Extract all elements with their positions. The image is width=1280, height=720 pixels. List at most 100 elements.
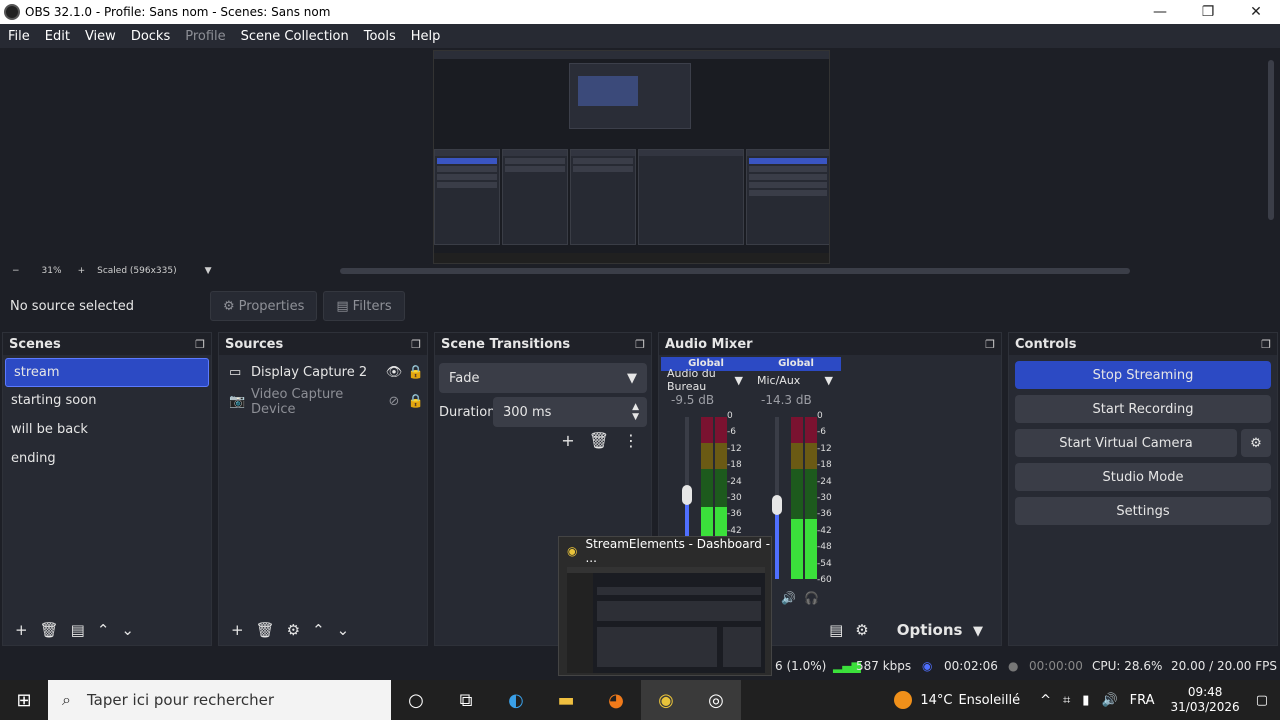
windows-start-button[interactable]: ⊞ [0, 680, 48, 720]
undock-icon[interactable]: ❐ [1261, 338, 1271, 351]
start-recording-button[interactable]: Start Recording [1015, 395, 1271, 423]
remove-scene-button[interactable]: 🗑 [40, 621, 59, 639]
weather-text[interactable]: Ensoleillé [958, 693, 1020, 708]
menu-view[interactable]: View [85, 29, 116, 44]
battery-icon[interactable]: ▮ [1082, 693, 1089, 708]
settings-button[interactable]: Settings [1015, 497, 1271, 525]
file-explorer-icon[interactable]: ▬ [541, 680, 591, 720]
stop-streaming-button[interactable]: Stop Streaming [1015, 361, 1271, 389]
scale-dropdown-icon[interactable]: ▼ [205, 266, 212, 276]
transition-select[interactable]: Fade ▼ [439, 363, 647, 393]
maximize-button[interactable]: ❐ [1184, 0, 1232, 24]
add-source-button[interactable]: + [231, 621, 244, 639]
move-down-button[interactable]: ⌄ [121, 621, 134, 639]
menu-profile[interactable]: Profile [185, 29, 225, 44]
undock-icon[interactable]: ❐ [635, 338, 645, 351]
move-down-button[interactable]: ⌄ [337, 621, 350, 639]
spin-arrows-icon[interactable]: ▲ ▼ [632, 402, 639, 422]
channel-menu-icon[interactable]: ▼ [735, 374, 743, 387]
firefox-icon[interactable]: ◕ [591, 680, 641, 720]
add-scene-button[interactable]: + [15, 621, 28, 639]
headphones-icon[interactable]: 🎧 [804, 591, 819, 605]
network-icon[interactable]: ⌗ [1063, 693, 1070, 708]
taskbar-clock[interactable]: 09:48 31/03/2026 [1171, 685, 1240, 715]
mixer-title: Audio Mixer [665, 336, 753, 352]
remove-source-button[interactable]: 🗑 [256, 621, 275, 639]
menu-file[interactable]: File [8, 29, 30, 44]
undock-icon[interactable]: ❐ [195, 338, 205, 351]
start-virtual-camera-button[interactable]: Start Virtual Camera [1015, 429, 1237, 457]
taskbar-thumbnail-popup[interactable]: ◉ StreamElements - Dashboard - ... [558, 536, 772, 676]
preview-vertical-scrollbar[interactable] [1268, 60, 1274, 220]
filters-button[interactable]: ▤ Filters [323, 291, 405, 321]
cortana-icon[interactable]: ○ [391, 680, 441, 720]
source-item[interactable]: 📷 Video Capture Device ⊘ 🔒 [219, 386, 427, 417]
notification-icon[interactable]: ▢ [1256, 693, 1268, 708]
menu-edit[interactable]: Edit [45, 29, 70, 44]
window-title: OBS 32.1.0 - Profile: Sans nom - Scenes:… [25, 5, 331, 19]
studio-mode-button[interactable]: Studio Mode [1015, 463, 1271, 491]
scene-filters-button[interactable]: ▤ [71, 621, 85, 639]
move-up-button[interactable]: ⌃ [97, 621, 110, 639]
language-indicator[interactable]: FRA [1130, 693, 1155, 708]
taskbar-search-box[interactable]: ⌕ Taper ici pour rechercher [48, 680, 391, 720]
clock-time: 09:48 [1187, 685, 1223, 699]
source-name: Video Capture Device [251, 386, 344, 417]
preview-canvas[interactable] [433, 50, 830, 264]
close-button[interactable]: ✕ [1232, 0, 1280, 24]
channel-menu-icon[interactable]: ▼ [825, 374, 833, 387]
volume-fader[interactable] [682, 485, 692, 505]
undock-icon[interactable]: ❐ [411, 338, 421, 351]
obs-icon[interactable]: ◎ [691, 680, 741, 720]
zoom-in-button[interactable]: + [78, 266, 86, 276]
undock-icon[interactable]: ❐ [985, 338, 995, 351]
eye-hidden-icon[interactable]: ⊘ [383, 394, 405, 409]
menu-scene-collection[interactable]: Scene Collection [241, 29, 349, 44]
mixer-layout-icon[interactable]: ▤ [829, 621, 843, 639]
chevron-up-icon[interactable]: ^ [1040, 693, 1051, 708]
edge-icon[interactable]: ◐ [491, 680, 541, 720]
transition-menu-button[interactable]: ⋮ [623, 431, 639, 450]
gear-icon: ⚙ [1250, 435, 1262, 451]
gear-icon: ⚙ [223, 298, 235, 314]
duration-value: 300 ms [503, 404, 552, 420]
add-transition-button[interactable]: + [561, 431, 574, 450]
properties-button[interactable]: ⚙ Properties [210, 291, 318, 321]
task-view-icon[interactable]: ⧉ [441, 680, 491, 720]
zoom-out-button[interactable]: − [12, 266, 20, 276]
chrome-icon: ◉ [567, 544, 578, 558]
preview-horizontal-scrollbar[interactable] [340, 268, 1130, 274]
volume-icon[interactable]: 🔊 [1101, 693, 1117, 708]
mixer-settings-icon[interactable]: ⚙ [855, 621, 868, 639]
weather-temp[interactable]: 14°C [920, 693, 952, 708]
speaker-icon[interactable]: 🔊 [781, 591, 796, 605]
menu-docks[interactable]: Docks [131, 29, 170, 44]
eye-icon[interactable]: 👁 [383, 365, 405, 380]
menu-tools[interactable]: Tools [364, 29, 396, 44]
lock-icon[interactable]: 🔒 [405, 365, 427, 380]
source-properties-button[interactable]: ⚙ [287, 621, 300, 639]
remove-transition-button[interactable]: 🗑 [589, 431, 609, 450]
chrome-icon[interactable]: ◉ [641, 680, 691, 720]
virtual-camera-settings-button[interactable]: ⚙ [1241, 429, 1271, 457]
stream-time: 00:02:06 [944, 659, 998, 673]
options-button[interactable]: Options ▼ [891, 621, 983, 639]
stream-status-icon: ◉ [922, 659, 933, 673]
menu-help[interactable]: Help [411, 29, 441, 44]
title-bar: OBS 32.1.0 - Profile: Sans nom - Scenes:… [0, 0, 1280, 24]
record-status-icon: ● [1008, 659, 1019, 673]
source-item[interactable]: ▭ Display Capture 2 👁 🔒 [219, 358, 427, 387]
move-up-button[interactable]: ⌃ [312, 621, 325, 639]
lock-icon[interactable]: 🔒 [405, 394, 427, 409]
duration-spinbox[interactable]: 300 ms ▲ ▼ [493, 397, 647, 427]
scene-item-starting-soon[interactable]: starting soon [3, 387, 211, 416]
scene-item-stream[interactable]: stream [5, 358, 209, 387]
scene-item-will-be-back[interactable]: will be back [3, 416, 211, 445]
popup-thumbnail[interactable] [567, 567, 765, 673]
search-icon: ⌕ [62, 690, 71, 709]
minimize-button[interactable]: — [1136, 0, 1184, 24]
volume-fader[interactable] [772, 495, 782, 515]
scene-item-ending[interactable]: ending [3, 445, 211, 474]
channel-db: -14.3 dB [761, 393, 812, 407]
properties-label: Properties [238, 298, 305, 314]
